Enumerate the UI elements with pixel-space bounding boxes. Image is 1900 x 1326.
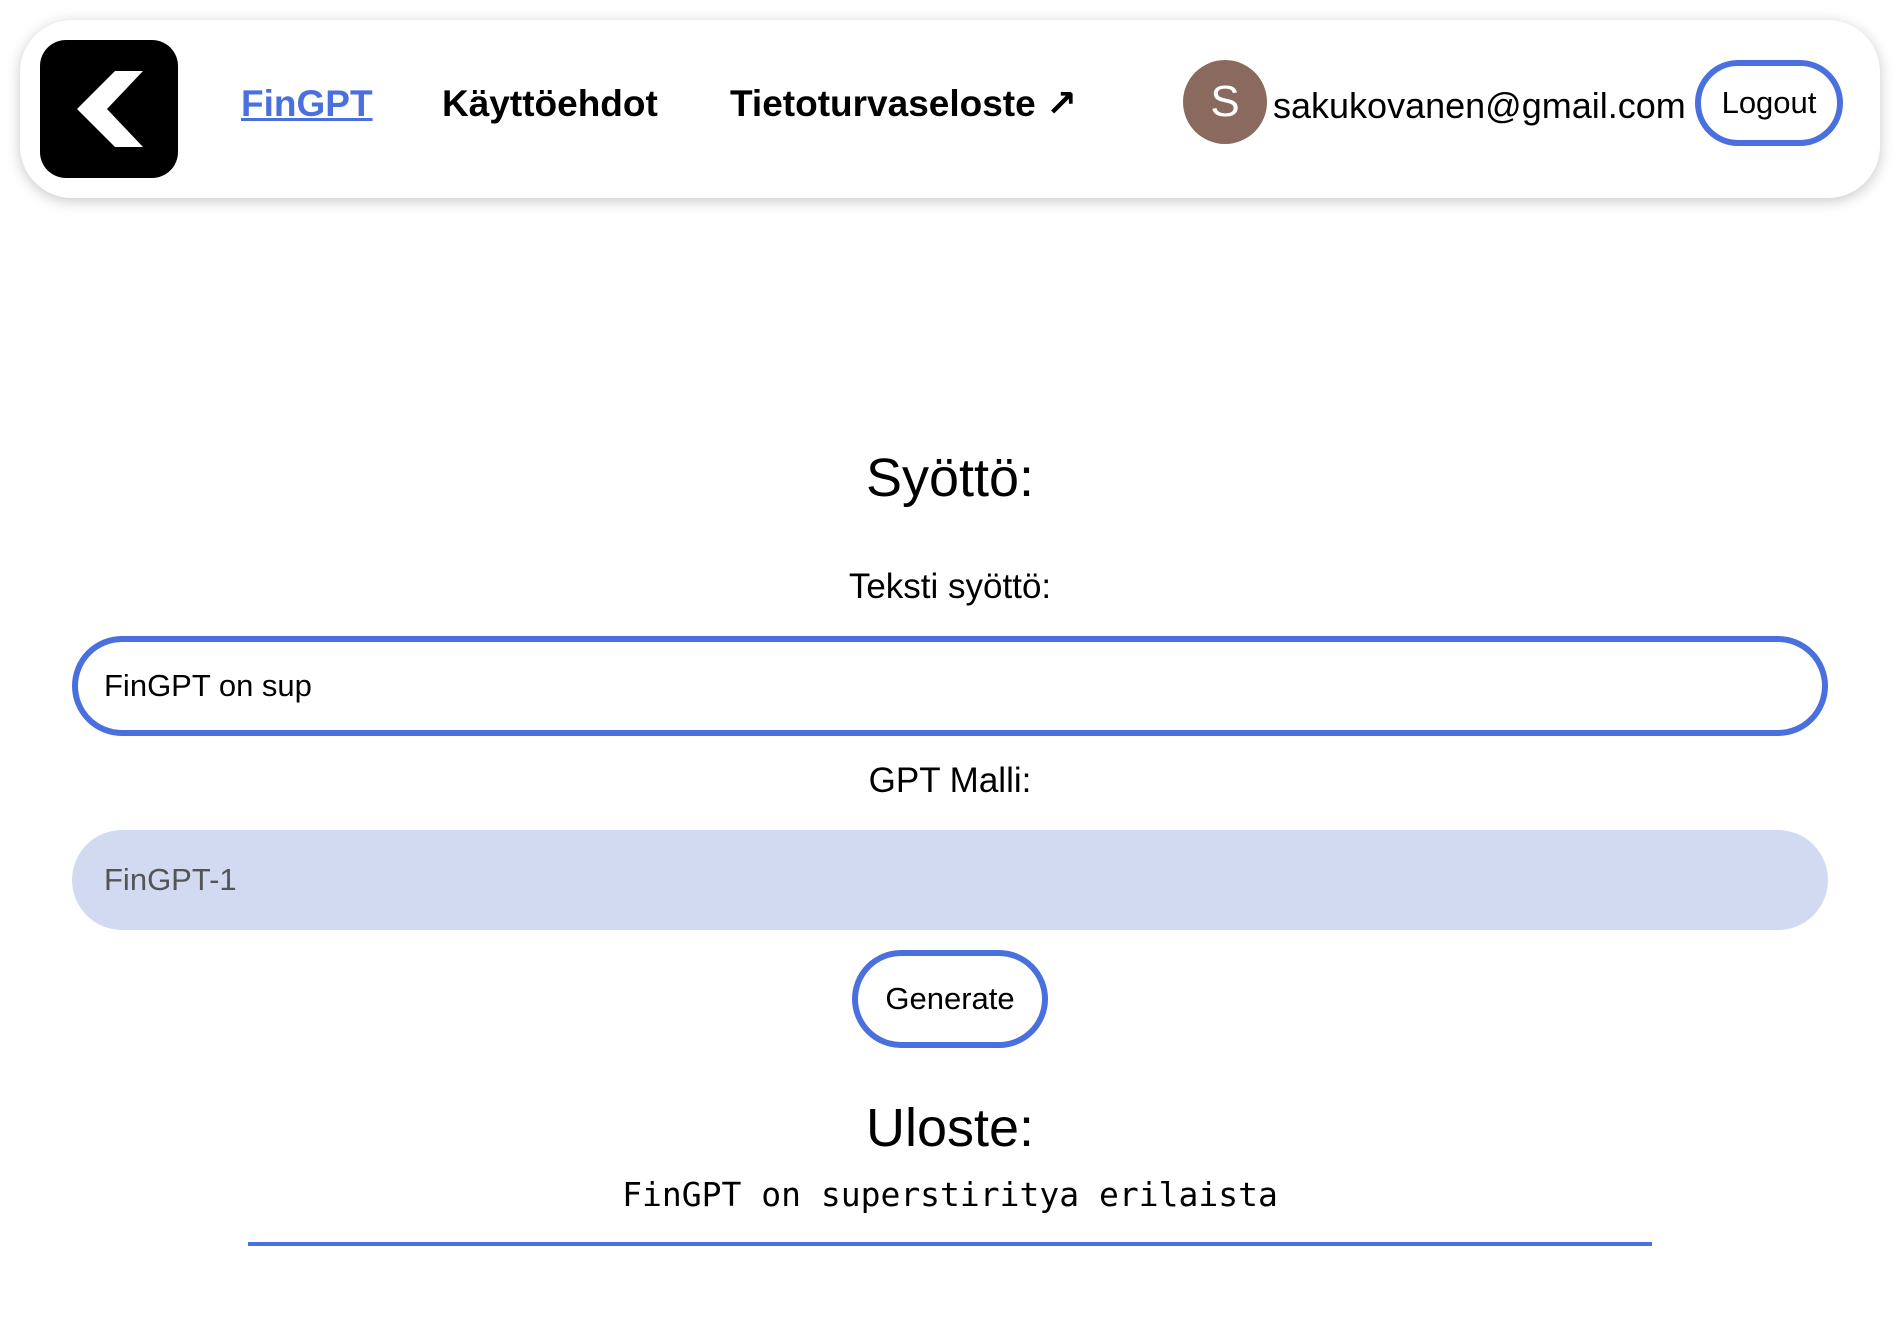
output-section-title: Uloste: xyxy=(865,1098,1035,1158)
text-input[interactable] xyxy=(72,636,1828,736)
output-divider xyxy=(248,1242,1652,1246)
text-input-label: Teksti syöttö: xyxy=(848,567,1052,606)
generate-button[interactable]: Generate xyxy=(852,950,1048,1048)
nav-link-kayttoehdot[interactable]: Käyttöehdot xyxy=(442,82,658,126)
avatar-initial: S xyxy=(1210,77,1240,126)
model-select-value: FinGPT-1 xyxy=(104,862,237,897)
navbar: FinGPT Käyttöehdot Tietoturvaseloste ↗ S… xyxy=(20,20,1880,198)
nav-link-fingpt[interactable]: FinGPT xyxy=(241,82,373,126)
back-logo-button[interactable] xyxy=(40,40,178,178)
model-label: GPT Malli: xyxy=(868,761,1032,800)
user-email: sakukovanen@gmail.com xyxy=(1273,85,1686,126)
avatar[interactable]: S xyxy=(1183,60,1267,144)
model-select[interactable]: FinGPT-1 xyxy=(72,830,1828,930)
chevron-left-icon xyxy=(77,71,143,147)
logout-button[interactable]: Logout xyxy=(1695,60,1843,146)
output-text: FinGPT on superstiritya erilaista xyxy=(622,1175,1278,1214)
input-section-title: Syöttö: xyxy=(865,448,1035,508)
nav-link-tietoturvaseloste[interactable]: Tietoturvaseloste ↗ xyxy=(730,82,1077,126)
